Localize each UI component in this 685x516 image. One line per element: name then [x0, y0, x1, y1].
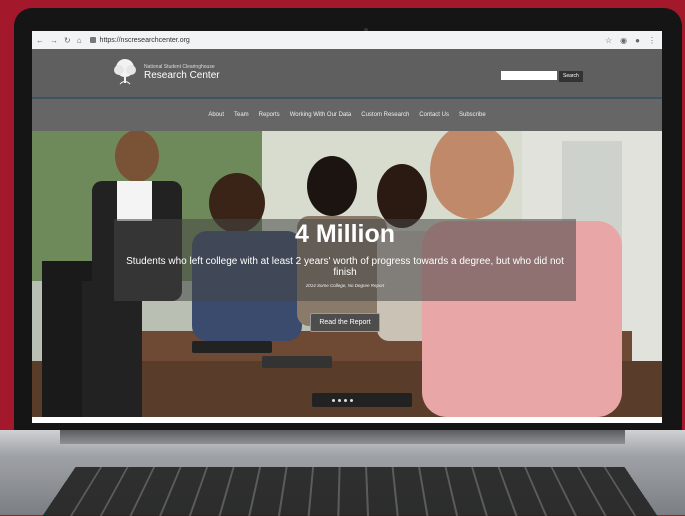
menu-icon[interactable]: ⋮ [648, 36, 656, 45]
forward-icon[interactable]: → [50, 36, 58, 45]
logo[interactable]: National Student Clearinghouse Research … [110, 57, 220, 87]
hero-stat: 4 Million [295, 220, 395, 248]
nav-item-team[interactable]: Team [234, 112, 249, 118]
slide-dot[interactable] [344, 399, 347, 402]
logo-subtitle: National Student Clearinghouse [144, 63, 215, 70]
reload-icon[interactable]: ↻ [64, 36, 71, 45]
main-nav: About Team Reports Working With Our Data… [32, 99, 662, 131]
nav-item-contact-us[interactable]: Contact Us [419, 112, 449, 118]
nav-item-reports[interactable]: Reports [259, 112, 280, 118]
home-icon[interactable]: ⌂ [77, 36, 82, 45]
laptop-keyboard [42, 466, 658, 516]
address-bar[interactable]: https://nscresearchcenter.org [100, 37, 190, 44]
star-icon[interactable]: ☆ [605, 36, 612, 45]
browser-toolbar: ← → ↻ ⌂ https://nscresearchcenter.org ☆ … [32, 31, 662, 50]
read-report-button[interactable]: Read the Report [310, 313, 380, 332]
slide-dot[interactable] [350, 399, 353, 402]
search-input[interactable] [501, 71, 557, 80]
hero-description: Students who left college with at least … [126, 256, 564, 278]
slide-indicators [332, 399, 353, 402]
hero-source: 2014 Some College, No Degree Report [305, 283, 385, 288]
back-icon[interactable]: ← [36, 36, 44, 45]
logo-text: National Student Clearinghouse Research … [144, 64, 220, 81]
browser-actions: ☆ ◉ ● ⋮ [605, 36, 656, 45]
lock-icon [89, 37, 96, 43]
logo-title: Research Center [144, 69, 220, 81]
slide-dot[interactable] [338, 399, 341, 402]
browser-nav: ← → ↻ ⌂ [36, 36, 82, 45]
nav-item-working-with-data[interactable]: Working With Our Data [290, 112, 352, 118]
slide-dot[interactable] [332, 399, 335, 402]
nav-item-about[interactable]: About [208, 112, 224, 118]
hero-overlay: 4 Million Students who left college with… [114, 219, 576, 301]
nav-item-subscribe[interactable]: Subscribe [459, 112, 486, 118]
browser-window: ← → ↻ ⌂ https://nscresearchcenter.org ☆ … [32, 31, 662, 423]
search-button[interactable]: Search [559, 71, 583, 82]
site-header: National Student Clearinghouse Research … [32, 49, 662, 99]
nav-item-custom-research[interactable]: Custom Research [361, 112, 409, 118]
profile-icon[interactable]: ● [635, 36, 640, 45]
tree-icon [114, 59, 136, 85]
laptop-hinge [60, 430, 625, 444]
laptop-base [0, 430, 685, 516]
extension-icon[interactable]: ◉ [620, 36, 627, 45]
hero-slider: 4 Million Students who left college with… [32, 131, 662, 417]
